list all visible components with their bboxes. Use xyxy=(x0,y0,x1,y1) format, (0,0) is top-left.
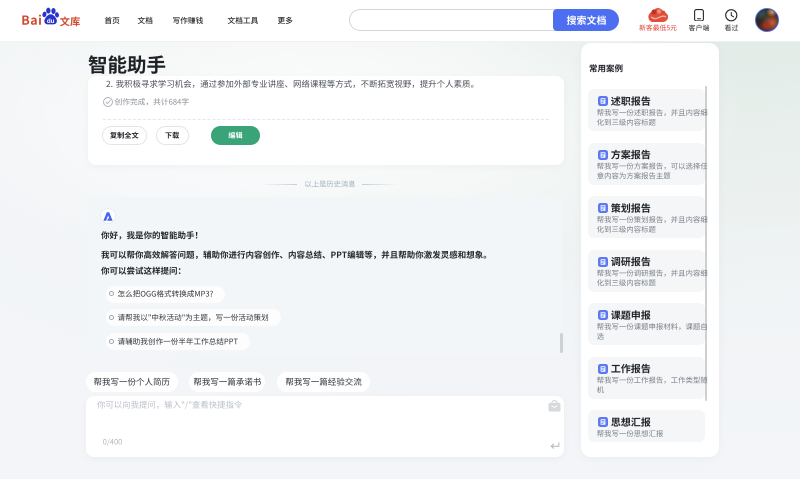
svg-text:du: du xyxy=(47,18,55,25)
